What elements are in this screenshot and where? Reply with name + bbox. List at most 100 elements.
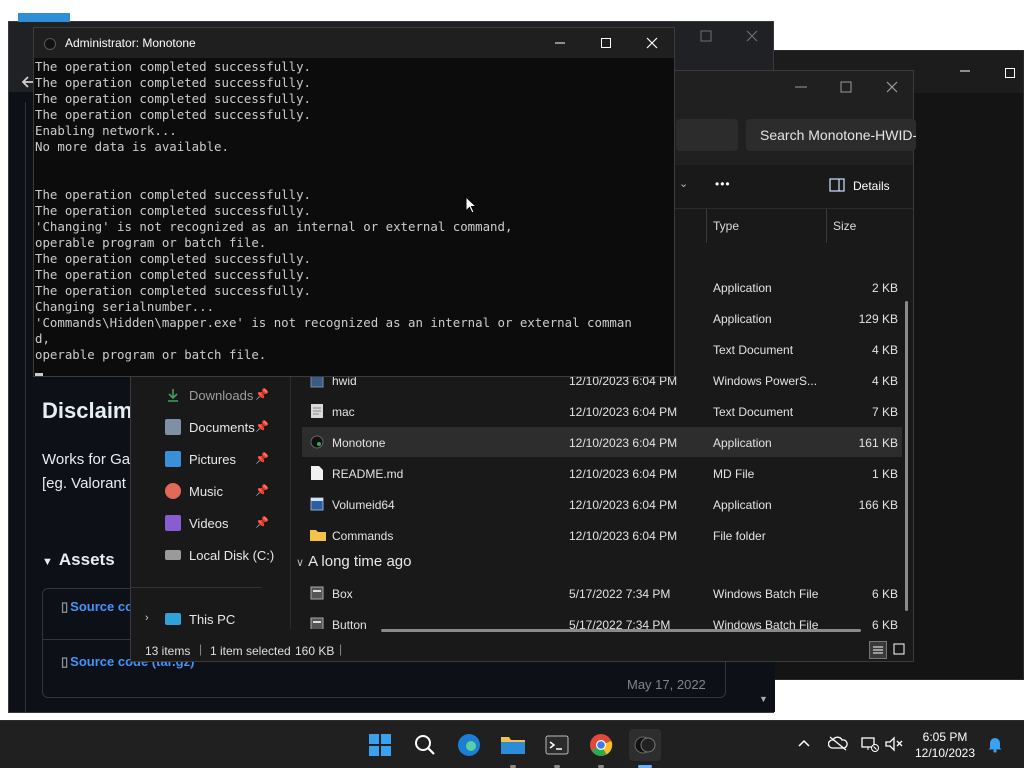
file-name: Button bbox=[332, 618, 367, 629]
file-name: Monotone bbox=[332, 436, 386, 450]
onedrive-icon[interactable] bbox=[828, 735, 848, 755]
explorer-minimize-icon[interactable] bbox=[794, 80, 808, 94]
file-size: 166 KB bbox=[858, 498, 898, 512]
address-bar[interactable] bbox=[676, 119, 738, 151]
table-row[interactable]: README.md 12/10/2023 6:04 PM MD File 1 K… bbox=[302, 458, 902, 488]
pc-icon bbox=[165, 613, 181, 625]
minimize-button[interactable] bbox=[537, 28, 583, 58]
chrome-button[interactable] bbox=[585, 729, 617, 761]
terminal-window[interactable]: Administrator: Monotone The operation co… bbox=[33, 27, 675, 377]
table-row-selected[interactable]: Monotone 12/10/2023 6:04 PM Application … bbox=[302, 427, 902, 457]
chevron-down-icon[interactable]: ⌄ bbox=[679, 177, 688, 190]
details-view-icon[interactable] bbox=[869, 641, 887, 659]
nav-item-label: Music bbox=[189, 483, 223, 499]
file-type: Application bbox=[713, 436, 772, 450]
explorer-maximize-icon[interactable] bbox=[839, 80, 853, 94]
volume-muted-icon[interactable] bbox=[884, 735, 904, 755]
nav-item-videos[interactable]: Videos 📌 bbox=[131, 508, 291, 538]
nav-item-local-disk[interactable]: Local Disk (C:) bbox=[131, 540, 291, 570]
clock-date: 12/10/2023 bbox=[914, 746, 976, 760]
table-row[interactable]: mac 12/10/2023 6:04 PM Text Document 7 K… bbox=[302, 396, 902, 426]
file-date: 12/10/2023 6:04 PM bbox=[569, 529, 678, 543]
group-header[interactable]: ∨ A long time ago bbox=[292, 553, 411, 570]
minimize-icon[interactable] bbox=[958, 63, 972, 77]
notification-bell-icon[interactable] bbox=[986, 735, 1006, 755]
works-text-line-2: [eg. Valorant bbox=[42, 475, 126, 492]
vertical-scrollbar[interactable] bbox=[905, 301, 908, 611]
documents-icon bbox=[165, 419, 181, 435]
start-button[interactable] bbox=[364, 729, 396, 761]
document-file-icon bbox=[310, 465, 324, 481]
table-row[interactable]: Commands 12/10/2023 6:04 PM File folder bbox=[302, 520, 902, 550]
terminal-app-icon bbox=[44, 38, 56, 50]
maximize-icon[interactable] bbox=[1004, 67, 1016, 79]
nav-item-label: Local Disk (C:) bbox=[189, 547, 275, 563]
details-button[interactable]: Details bbox=[853, 179, 890, 193]
nav-item-label: Videos bbox=[189, 515, 229, 531]
clock[interactable]: 6:05 PM 12/10/2023 bbox=[912, 729, 978, 761]
file-size: 129 KB bbox=[858, 312, 898, 326]
pin-icon: 📌 bbox=[255, 453, 269, 465]
file-date: 5/17/2022 7:34 PM bbox=[569, 618, 671, 629]
browser-maximize-icon[interactable] bbox=[698, 28, 714, 44]
source-code-zip-label: Source co bbox=[70, 599, 134, 614]
file-size: 4 KB bbox=[871, 343, 898, 357]
table-row[interactable]: Box 5/17/2022 7:34 PM Windows Batch File… bbox=[302, 578, 902, 608]
mouse-cursor-icon bbox=[465, 196, 477, 214]
browser-close-icon[interactable] bbox=[744, 28, 760, 44]
assets-label: Assets bbox=[58, 550, 115, 569]
scroll-down-icon[interactable]: ▼ bbox=[759, 694, 771, 706]
music-icon bbox=[165, 483, 181, 499]
file-type: Text Document bbox=[713, 405, 794, 419]
file-size: 4 KB bbox=[871, 374, 898, 388]
pin-icon: 📌 bbox=[255, 389, 269, 401]
windows-logo-icon bbox=[369, 734, 391, 756]
file-name: mac bbox=[332, 405, 355, 419]
network-disconnected-icon[interactable] bbox=[860, 735, 880, 755]
show-hidden-icons-chevron-icon[interactable] bbox=[796, 735, 816, 755]
file-type: Application bbox=[713, 312, 772, 326]
disclaimer-heading: Disclaim bbox=[42, 398, 133, 423]
downloads-icon bbox=[165, 387, 181, 403]
more-options-button[interactable]: ••• bbox=[715, 177, 731, 191]
nav-item-pictures[interactable]: Pictures 📌 bbox=[131, 444, 291, 474]
nav-item-documents[interactable]: Documents 📌 bbox=[131, 412, 291, 442]
nav-item-this-pc[interactable]: › This PC bbox=[131, 604, 291, 634]
selection-count: 1 item selected bbox=[210, 644, 291, 658]
maximize-button[interactable] bbox=[583, 28, 629, 58]
terminal-button[interactable] bbox=[541, 729, 573, 761]
monotone-app-button[interactable] bbox=[629, 729, 661, 761]
file-date: 12/10/2023 6:04 PM bbox=[569, 405, 678, 419]
nav-item-music[interactable]: Music 📌 bbox=[131, 476, 291, 506]
edge-button[interactable] bbox=[453, 729, 485, 761]
column-header-type[interactable]: Type bbox=[706, 209, 826, 243]
terminal-output[interactable]: The operation completed successfully. Th… bbox=[35, 58, 675, 376]
search-button[interactable] bbox=[409, 729, 441, 761]
horizontal-scrollbar[interactable] bbox=[381, 629, 861, 632]
table-row[interactable]: Volumeid64 12/10/2023 6:04 PM Applicatio… bbox=[302, 489, 902, 519]
file-name: Volumeid64 bbox=[332, 498, 395, 512]
terminal-icon bbox=[545, 735, 569, 755]
minimize-icon bbox=[555, 42, 565, 44]
folder-icon bbox=[501, 737, 525, 754]
assets-heading[interactable]: ▼ Assets bbox=[42, 550, 115, 570]
table-row[interactable]: Button 5/17/2022 7:34 PM Windows Batch F… bbox=[302, 609, 902, 629]
nav-divider bbox=[131, 587, 261, 588]
terminal-titlebar[interactable]: Administrator: Monotone bbox=[34, 28, 674, 58]
nav-item-downloads[interactable]: Downloads 📌 bbox=[131, 380, 291, 410]
tiles-view-icon[interactable] bbox=[891, 641, 909, 659]
file-type: Application bbox=[713, 281, 772, 295]
explorer-close-icon[interactable] bbox=[885, 80, 899, 94]
nav-item-label: Downloads bbox=[189, 387, 254, 403]
nav-item-label: This PC bbox=[189, 611, 236, 627]
search-input[interactable]: Search Monotone-HWID- bbox=[746, 119, 916, 151]
text-file-icon bbox=[310, 403, 324, 419]
file-size: 2 KB bbox=[871, 281, 898, 295]
chevron-right-icon[interactable]: › bbox=[145, 612, 149, 624]
batch-file-icon bbox=[310, 616, 324, 629]
close-button[interactable] bbox=[629, 28, 675, 58]
column-header-size[interactable]: Size bbox=[826, 209, 915, 243]
source-code-zip-link[interactable]: ▯ Source co bbox=[61, 599, 133, 615]
file-explorer-button[interactable] bbox=[497, 729, 529, 761]
details-pane-icon bbox=[829, 178, 845, 192]
